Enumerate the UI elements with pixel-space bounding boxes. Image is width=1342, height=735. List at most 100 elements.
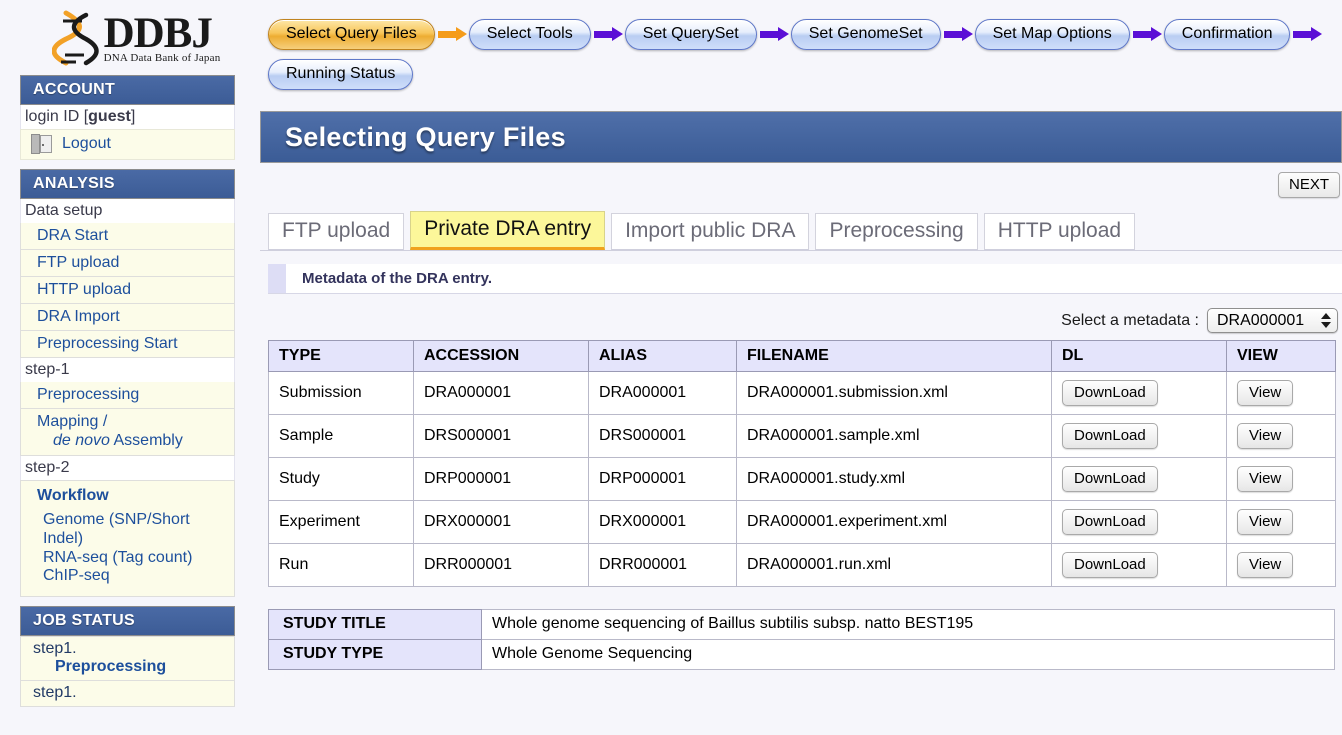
login-id-row: login ID [guest] <box>20 105 235 129</box>
arrow-right-icon <box>757 27 791 41</box>
cell-study-type: Whole Genome Sequencing <box>482 640 1335 670</box>
download-button[interactable]: DownLoad <box>1062 380 1158 406</box>
job-status-row[interactable]: step1. <box>20 681 235 707</box>
tab-ftp-upload[interactable]: FTP upload <box>268 213 404 250</box>
cell-view: View <box>1227 544 1336 587</box>
group-label-data-setup: Data setup <box>20 199 235 223</box>
mapping-line1: Mapping / <box>37 413 107 430</box>
cell-download: DownLoad <box>1052 458 1227 501</box>
row-header-study-type: STUDY TYPE <box>269 640 482 670</box>
download-button[interactable]: DownLoad <box>1062 509 1158 535</box>
account-section-heading: ACCOUNT <box>20 75 235 105</box>
tab-http-upload[interactable]: HTTP upload <box>984 213 1135 250</box>
sidebar-item-mapping-assembly[interactable]: Mapping / de novo Assembly <box>20 409 235 456</box>
cell-accession: DRS000001 <box>414 415 589 458</box>
download-button[interactable]: DownLoad <box>1062 466 1158 492</box>
page-title-bar: Selecting Query Files <box>260 111 1342 163</box>
arrow-right-icon <box>591 27 625 41</box>
metadata-select[interactable]: DRA000001 <box>1207 308 1338 333</box>
workflow-box: Workflow Genome (SNP/Short Indel) RNA-se… <box>20 480 235 598</box>
column-header-type: TYPE <box>269 341 414 372</box>
job-step-label: step1. <box>33 684 77 701</box>
cell-accession: DRR000001 <box>414 544 589 587</box>
download-button[interactable]: DownLoad <box>1062 552 1158 578</box>
cell-download: DownLoad <box>1052 372 1227 415</box>
cell-accession: DRX000001 <box>414 501 589 544</box>
cell-view: View <box>1227 458 1336 501</box>
cell-type: Study <box>269 458 414 501</box>
sidebar-item-preprocessing-start[interactable]: Preprocessing Start <box>20 331 235 358</box>
cell-alias: DRP000001 <box>589 458 737 501</box>
group-label-step-2: step-2 <box>20 456 235 480</box>
stepper-arrows-icon <box>1321 309 1331 332</box>
cell-filename: DRA000001.sample.xml <box>737 415 1052 458</box>
tab-private-dra-entry[interactable]: Private DRA entry <box>410 211 605 250</box>
job-status-row[interactable]: step1. Preprocessing <box>20 636 235 681</box>
step-confirmation[interactable]: Confirmation <box>1164 19 1291 50</box>
step-set-genomeset[interactable]: Set GenomeSet <box>791 19 941 50</box>
column-header-view: VIEW <box>1227 341 1336 372</box>
group-label-step-1: step-1 <box>20 358 235 382</box>
cell-accession: DRP000001 <box>414 458 589 501</box>
sidebar-item-chip-seq[interactable]: ChIP-seq <box>21 567 234 586</box>
login-id-prefix: login ID [ <box>25 108 88 125</box>
tab-preprocessing[interactable]: Preprocessing <box>815 213 977 250</box>
cell-view: View <box>1227 372 1336 415</box>
table-row: Submission DRA000001 DRA000001 DRA000001… <box>269 372 1336 415</box>
cell-alias: DRA000001 <box>589 372 737 415</box>
sidebar-item-dra-import[interactable]: DRA Import <box>20 304 235 331</box>
sidebar-item-genome-snp-short-indel[interactable]: Genome (SNP/Short Indel) <box>21 511 234 549</box>
arrow-right-icon <box>941 27 975 41</box>
cell-view: View <box>1227 501 1336 544</box>
cell-filename: DRA000001.study.xml <box>737 458 1052 501</box>
sidebar: DDBJ DNA Data Bank of Japan ACCOUNT logi… <box>0 0 260 735</box>
cell-filename: DRA000001.submission.xml <box>737 372 1052 415</box>
step-running-status[interactable]: Running Status <box>268 59 413 90</box>
login-id-suffix: ] <box>131 108 135 125</box>
arrow-right-icon <box>435 27 469 41</box>
cell-type: Submission <box>269 372 414 415</box>
metadata-table: TYPE ACCESSION ALIAS FILENAME DL VIEW Su… <box>268 340 1336 587</box>
table-row: STUDY TITLE Whole genome sequencing of B… <box>269 610 1335 640</box>
view-button[interactable]: View <box>1237 552 1293 578</box>
main-content: Select Query Files Select Tools Set Quer… <box>260 0 1342 735</box>
step-select-query-files[interactable]: Select Query Files <box>268 19 435 50</box>
arrow-right-icon <box>1290 27 1324 41</box>
tab-import-public-dra[interactable]: Import public DRA <box>611 213 809 250</box>
brand-title: DDBJ <box>104 12 221 55</box>
ddbj-logo: DDBJ DNA Data Bank of Japan <box>0 0 260 75</box>
analysis-section-heading: ANALYSIS <box>20 169 235 199</box>
metadata-bar-stripe <box>268 264 286 293</box>
cell-type: Run <box>269 544 414 587</box>
view-button[interactable]: View <box>1237 466 1293 492</box>
cell-filename: DRA000001.run.xml <box>737 544 1052 587</box>
sidebar-item-rna-seq-tag-count[interactable]: RNA-seq (Tag count) <box>21 549 234 568</box>
row-header-study-title: STUDY TITLE <box>269 610 482 640</box>
step-set-map-options[interactable]: Set Map Options <box>975 19 1130 50</box>
view-button[interactable]: View <box>1237 380 1293 406</box>
table-row: STUDY TYPE Whole Genome Sequencing <box>269 640 1335 670</box>
logout-button[interactable]: Logout <box>20 129 235 160</box>
sidebar-item-http-upload[interactable]: HTTP upload <box>20 277 235 304</box>
workflow-title: Workflow <box>21 487 234 511</box>
cell-study-title: Whole genome sequencing of Baillus subti… <box>482 610 1335 640</box>
view-button[interactable]: View <box>1237 509 1293 535</box>
brand-subtitle: DNA Data Bank of Japan <box>104 53 221 64</box>
view-button[interactable]: View <box>1237 423 1293 449</box>
mapping-italic: de novo <box>53 432 110 449</box>
cell-type: Sample <box>269 415 414 458</box>
cell-alias: DRS000001 <box>589 415 737 458</box>
workflow-steps: Select Query Files Select Tools Set Quer… <box>260 0 1342 94</box>
sidebar-item-ftp-upload[interactable]: FTP upload <box>20 250 235 277</box>
table-header-row: TYPE ACCESSION ALIAS FILENAME DL VIEW <box>269 341 1336 372</box>
next-button[interactable]: NEXT <box>1278 172 1340 198</box>
cell-download: DownLoad <box>1052 501 1227 544</box>
logout-label: Logout <box>62 135 111 153</box>
sidebar-item-dra-start[interactable]: DRA Start <box>20 223 235 250</box>
step-set-queryset[interactable]: Set QuerySet <box>625 19 757 50</box>
sidebar-item-preprocessing[interactable]: Preprocessing <box>20 382 235 409</box>
step-select-tools[interactable]: Select Tools <box>469 19 591 50</box>
download-button[interactable]: DownLoad <box>1062 423 1158 449</box>
metadata-bar-label: Metadata of the DRA entry. <box>286 264 492 293</box>
page-title: Selecting Query Files <box>285 122 566 153</box>
